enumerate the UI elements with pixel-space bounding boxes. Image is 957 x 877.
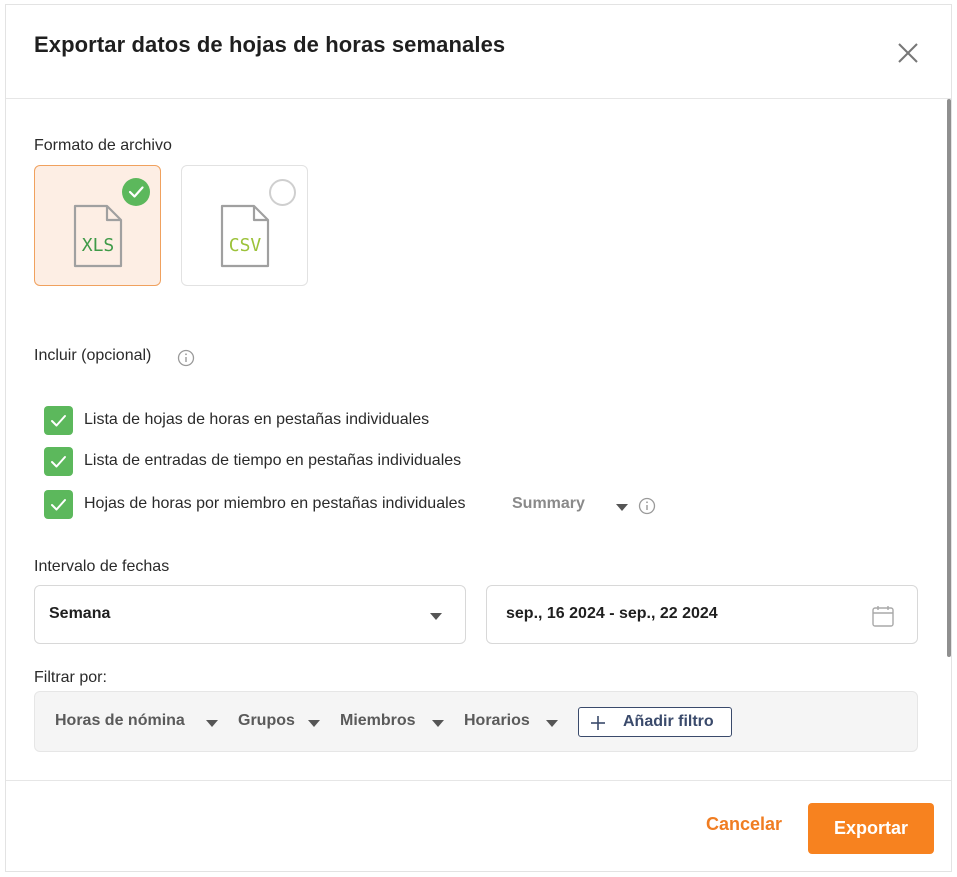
csv-file-label: CSV	[229, 235, 262, 256]
selected-check-icon	[122, 178, 150, 206]
chevron-down-icon	[432, 720, 444, 727]
filters-label: Filtrar por:	[34, 669, 107, 686]
close-icon	[898, 43, 918, 63]
info-icon[interactable]	[638, 497, 656, 515]
radio-unselected-icon	[269, 179, 296, 206]
filter-payroll-hours[interactable]: Horas de nómina	[55, 712, 218, 734]
include-option-label: Lista de hojas de horas en pestañas indi…	[84, 411, 430, 428]
scrollbar[interactable]	[947, 99, 951, 657]
dialog-footer: Cancelar Exportar	[6, 780, 951, 872]
include-option-label: Hojas de horas por miembro en pestañas i…	[84, 495, 466, 512]
date-range-label: Intervalo de fechas	[34, 558, 170, 575]
add-filter-button[interactable]: Añadir filtro	[578, 707, 732, 737]
calendar-icon	[871, 604, 895, 628]
filter-label: Horarios	[464, 712, 530, 729]
export-dialog: Exportar datos de hojas de horas semanal…	[5, 4, 952, 872]
member-mode-value: Summary	[512, 495, 585, 512]
filter-groups[interactable]: Grupos	[238, 712, 320, 734]
xls-file-label: XLS	[82, 235, 115, 256]
format-option-csv[interactable]: CSV	[181, 165, 308, 286]
filter-label: Miembros	[340, 712, 416, 729]
xls-file-icon: XLS	[71, 204, 125, 270]
chevron-down-icon	[206, 720, 218, 727]
info-icon[interactable]	[177, 349, 195, 367]
chevron-down-icon	[430, 613, 442, 620]
file-format-label: Formato de archivo	[34, 137, 172, 154]
member-mode-select[interactable]: Summary	[512, 495, 632, 519]
checkbox-timesheets[interactable]	[44, 406, 73, 435]
include-option-label: Lista de entradas de tiempo en pestañas …	[84, 452, 462, 469]
period-select[interactable]: Semana	[34, 585, 466, 644]
export-button-label: Exportar	[833, 818, 909, 838]
check-icon	[51, 456, 66, 468]
filter-bar: Horas de nómina Grupos Miembros Horarios…	[34, 691, 918, 752]
filter-label: Horas de nómina	[55, 712, 185, 729]
check-icon	[51, 415, 66, 427]
checkbox-time-entries[interactable]	[44, 447, 73, 476]
chevron-down-icon	[546, 720, 558, 727]
format-option-xls[interactable]: XLS	[34, 165, 161, 286]
csv-file-icon: CSV	[218, 204, 272, 270]
include-label: Incluir (opcional)	[34, 347, 152, 364]
period-value: Semana	[49, 605, 111, 622]
check-icon	[51, 499, 66, 511]
cancel-button[interactable]: Cancelar	[706, 814, 782, 835]
chevron-down-icon	[308, 720, 320, 727]
chevron-down-icon	[616, 504, 628, 511]
add-filter-label: Añadir filtro	[623, 713, 714, 730]
plus-icon	[591, 716, 605, 730]
date-range-picker[interactable]: sep., 16 2024 - sep., 22 2024	[486, 585, 918, 644]
checkbox-per-member[interactable]	[44, 490, 73, 519]
filter-members[interactable]: Miembros	[340, 712, 444, 734]
dialog-header: Exportar datos de hojas de horas semanal…	[6, 5, 951, 99]
export-button[interactable]: Exportar	[808, 803, 934, 854]
close-button[interactable]	[895, 40, 921, 66]
filter-label: Grupos	[238, 712, 295, 729]
filter-schedules[interactable]: Horarios	[464, 712, 558, 734]
date-range-value: sep., 16 2024 - sep., 22 2024	[506, 605, 718, 622]
dialog-title: Exportar datos de hojas de horas semanal…	[34, 32, 506, 57]
